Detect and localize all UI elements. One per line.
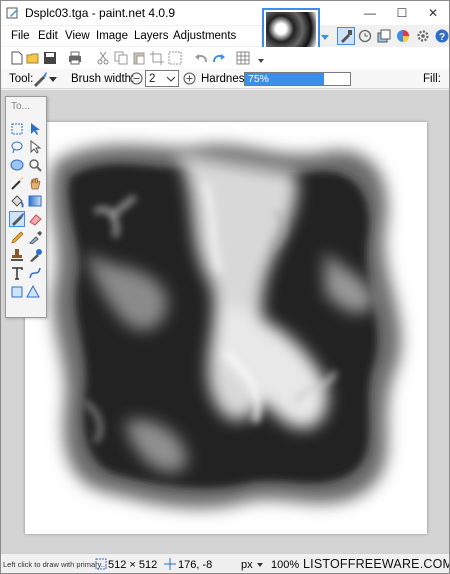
paintbrush-icon[interactable]	[32, 71, 48, 87]
save-icon[interactable]	[42, 50, 58, 66]
fill-label: Fill:	[423, 73, 441, 85]
clone-stamp-icon[interactable]	[9, 247, 25, 263]
toolbar-overflow-icon[interactable]	[253, 50, 269, 66]
new-image-icon[interactable]	[9, 50, 25, 66]
gradient-icon[interactable]	[27, 193, 43, 209]
units-dropdown-icon[interactable]	[257, 563, 263, 567]
paintnet-window: Dsplc03.tga - paint.net 4.0.9 — ☐ ✕ File…	[0, 0, 450, 574]
brush-width-label: Brush width:	[71, 73, 135, 85]
colors-window-icon[interactable]	[394, 27, 412, 45]
status-bar: Left click to draw with primary... 512 ×…	[1, 553, 449, 573]
line-curve-icon[interactable]	[27, 265, 43, 281]
shapes-icon[interactable]	[9, 283, 43, 299]
tool-options-bar: Tool: Brush width: 2 Hardness: 75% Fill:	[1, 69, 449, 89]
move-selection-icon[interactable]	[27, 139, 43, 155]
tool-dropdown-icon[interactable]	[49, 77, 57, 82]
maximize-button[interactable]: ☐	[386, 1, 418, 25]
cursor-position: 176, -8	[178, 559, 213, 571]
status-hint-text: Left click to draw with primary...	[3, 560, 108, 569]
chevron-down-icon	[167, 76, 175, 82]
cut-icon[interactable]	[95, 50, 111, 66]
title-bar: Dsplc03.tga - paint.net 4.0.9 — ☐ ✕	[1, 1, 449, 25]
deselect-icon[interactable]	[167, 50, 183, 66]
brush-width-value: 2	[149, 72, 156, 85]
hardness-slider[interactable]: 75%	[244, 72, 351, 86]
paintbrush-tool-icon[interactable]	[9, 211, 25, 227]
paintnet-app-icon	[6, 7, 18, 19]
settings-gear-icon[interactable]	[414, 27, 432, 45]
watermark-text: LISTOFFREEWARE.COM	[303, 557, 450, 571]
undo-icon[interactable]	[193, 50, 209, 66]
brush-width-input[interactable]: 2	[145, 70, 179, 87]
image-canvas[interactable]	[25, 122, 427, 534]
paste-icon[interactable]	[131, 50, 147, 66]
canvas-workspace[interactable]	[1, 90, 449, 553]
pencil-icon[interactable]	[9, 229, 25, 245]
text-icon[interactable]	[9, 265, 25, 281]
help-icon[interactable]: ?	[433, 27, 449, 45]
image-size: 512 × 512	[108, 559, 158, 571]
cursor-position-icon	[164, 558, 176, 570]
minimize-button[interactable]: —	[354, 1, 386, 25]
menu-edit[interactable]: Edit	[38, 30, 58, 42]
menu-image[interactable]: Image	[96, 30, 128, 42]
redo-icon[interactable]	[211, 50, 227, 66]
recolor-icon[interactable]	[27, 247, 43, 263]
open-folder-icon[interactable]	[25, 50, 41, 66]
magic-wand-icon[interactable]	[9, 175, 25, 191]
zoom-level[interactable]: 100%	[271, 559, 299, 571]
history-window-icon[interactable]	[356, 27, 374, 45]
image-size-icon	[95, 558, 107, 570]
menu-bar: File Edit View Image Layers Adjustments	[1, 26, 261, 46]
layers-window-icon[interactable]	[375, 27, 393, 45]
paint-bucket-icon[interactable]	[9, 193, 25, 209]
zoom-icon[interactable]	[27, 157, 43, 173]
tool-label: Tool:	[9, 73, 34, 85]
move-selected-pixels-icon[interactable]	[27, 121, 43, 137]
decrease-width-icon[interactable]	[130, 72, 143, 85]
menu-layers[interactable]: Layers	[134, 30, 169, 42]
crop-to-selection-icon[interactable]	[149, 50, 165, 66]
lasso-select-icon[interactable]	[9, 139, 25, 155]
rectangle-select-icon[interactable]	[9, 121, 25, 137]
copy-icon[interactable]	[113, 50, 129, 66]
ellipse-select-icon[interactable]	[9, 157, 25, 173]
close-button[interactable]: ✕	[417, 1, 449, 25]
menu-adjustments[interactable]: Adjustments	[173, 30, 236, 42]
grid-toggle-icon[interactable]	[235, 50, 251, 66]
displacement-map-image	[25, 122, 427, 534]
pan-hand-icon[interactable]	[27, 175, 43, 191]
tools-panel[interactable]: To...	[5, 96, 47, 318]
units-selector[interactable]: px	[241, 559, 253, 571]
color-picker-icon[interactable]	[27, 229, 43, 245]
svg-text:?: ?	[439, 32, 445, 43]
menu-view[interactable]: View	[65, 30, 90, 42]
thumbnail-dropdown-icon[interactable]	[321, 35, 329, 41]
menu-file[interactable]: File	[11, 30, 30, 42]
tools-panel-title: To...	[11, 101, 30, 112]
print-icon[interactable]	[67, 50, 83, 66]
hardness-value: 75%	[248, 73, 270, 85]
increase-width-icon[interactable]	[183, 72, 196, 85]
main-toolbar	[1, 47, 449, 69]
tools-window-icon[interactable]	[337, 27, 355, 45]
window-title: Dsplc03.tga - paint.net 4.0.9	[25, 6, 176, 20]
eraser-icon[interactable]	[27, 211, 43, 227]
